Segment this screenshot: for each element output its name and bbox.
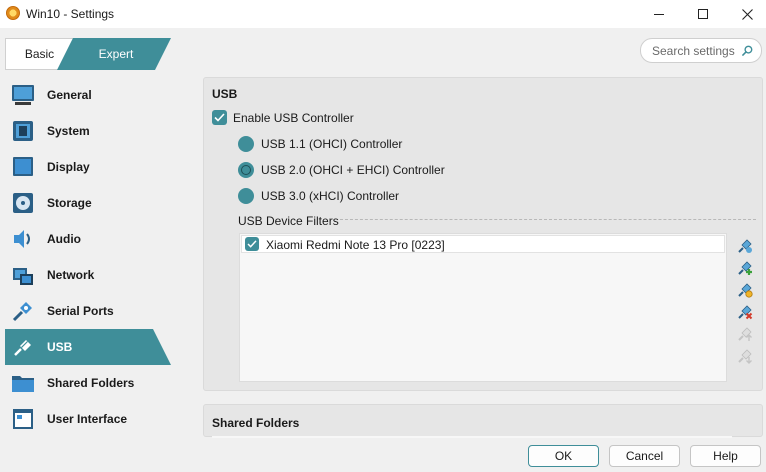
enable-usb-checkbox[interactable]	[212, 110, 227, 125]
sidebar-item-general[interactable]: General	[5, 77, 171, 113]
shared-folders-list	[212, 436, 732, 438]
sidebar-item-label: Serial Ports	[47, 304, 114, 318]
sidebar-item-label: Network	[47, 268, 95, 282]
minimize-button[interactable]	[636, 0, 682, 28]
checkmark-icon	[247, 240, 257, 248]
sidebar-item-display[interactable]: Display	[5, 149, 171, 185]
network-icon	[11, 263, 35, 287]
sidebar-item-serial-ports[interactable]: Serial Ports	[5, 293, 171, 329]
ok-button[interactable]: OK	[528, 445, 599, 467]
cancel-button[interactable]: Cancel	[609, 445, 680, 467]
title-bar: Win10 - Settings	[0, 0, 766, 28]
mode-toggle: Basic Expert	[5, 38, 171, 70]
usb-filter-add-device-icon	[737, 260, 752, 275]
usb11-label: USB 1.1 (OHCI) Controller	[261, 137, 403, 151]
usb-filter-list[interactable]: Xiaomi Redmi Note 13 Pro [0223]	[239, 233, 727, 382]
sidebar-item-label: Audio	[47, 232, 81, 246]
add-empty-filter-button[interactable]	[735, 236, 753, 254]
minimize-icon	[654, 13, 664, 15]
divider	[340, 219, 756, 220]
usb-settings-panel: USB Enable USB Controller USB 1.1 (OHCI)…	[203, 77, 763, 391]
usb30-radio[interactable]	[238, 188, 254, 204]
usb-device-filters-header: USB Device Filters	[238, 214, 339, 228]
sidebar-item-system[interactable]: System	[5, 113, 171, 149]
sidebar-item-audio[interactable]: Audio	[5, 221, 171, 257]
usb11-radio[interactable]	[238, 136, 254, 152]
sidebar-item-storage[interactable]: Storage	[5, 185, 171, 221]
usb20-label: USB 2.0 (OHCI + EHCI) Controller	[261, 163, 445, 177]
audio-icon	[11, 227, 35, 251]
sidebar-item-shared-folders[interactable]: Shared Folders	[5, 365, 171, 401]
app-icon	[6, 6, 20, 20]
usb-filter-edit-icon	[737, 282, 753, 298]
move-filter-down-button[interactable]	[735, 346, 753, 364]
search-box	[640, 38, 762, 63]
shared-folders-icon	[11, 371, 35, 395]
sidebar-item-label: Storage	[47, 196, 92, 210]
section-title: USB	[212, 87, 238, 101]
close-icon	[741, 8, 753, 20]
sidebar-item-label: Display	[47, 160, 90, 174]
maximize-icon	[698, 9, 708, 19]
settings-sidebar: General System Display Storage Audio Net…	[5, 77, 171, 437]
usb-icon	[11, 335, 35, 359]
system-icon	[11, 119, 35, 143]
serial-ports-icon	[11, 299, 35, 323]
user-interface-icon	[11, 407, 35, 431]
usb-filter-up-icon	[737, 326, 752, 341]
checkmark-icon	[214, 113, 225, 122]
usb30-label: USB 3.0 (xHCI) Controller	[261, 189, 400, 203]
sidebar-item-label: User Interface	[47, 412, 128, 426]
enable-usb-label: Enable USB Controller	[233, 111, 354, 125]
search-input[interactable]	[652, 43, 738, 58]
edit-filter-button[interactable]	[735, 280, 753, 298]
shared-folders-panel: Shared Folders	[203, 404, 763, 438]
usb-filter-down-icon	[737, 348, 752, 364]
section-title: Shared Folders	[212, 416, 300, 430]
sidebar-item-label: System	[47, 124, 90, 138]
move-filter-up-button[interactable]	[735, 324, 753, 342]
storage-icon	[11, 191, 35, 215]
window-title: Win10 - Settings	[26, 7, 115, 21]
general-icon	[11, 83, 35, 107]
sidebar-item-label: General	[47, 88, 92, 102]
list-item[interactable]: Xiaomi Redmi Note 13 Pro [0223]	[241, 235, 725, 253]
remove-filter-button[interactable]	[735, 302, 753, 320]
help-button[interactable]: Help	[690, 445, 761, 467]
filter-checkbox[interactable]	[245, 237, 259, 251]
expert-mode-button[interactable]: Expert	[57, 38, 171, 70]
search-icon[interactable]	[742, 45, 753, 56]
sidebar-item-label: Shared Folders	[47, 376, 135, 390]
maximize-button[interactable]	[680, 0, 726, 28]
usb-filter-remove-icon	[737, 304, 752, 319]
sidebar-item-network[interactable]: Network	[5, 257, 171, 293]
sidebar-item-label: USB	[47, 340, 73, 354]
filter-label: Xiaomi Redmi Note 13 Pro [0223]	[266, 238, 445, 252]
add-device-filter-button[interactable]	[735, 258, 753, 276]
usb-filter-add-icon	[737, 238, 752, 253]
display-icon	[11, 155, 35, 179]
usb20-radio[interactable]	[238, 162, 254, 178]
sidebar-item-user-interface[interactable]: User Interface	[5, 401, 171, 437]
close-button[interactable]	[724, 0, 766, 28]
sidebar-item-usb[interactable]: USB	[5, 329, 171, 365]
